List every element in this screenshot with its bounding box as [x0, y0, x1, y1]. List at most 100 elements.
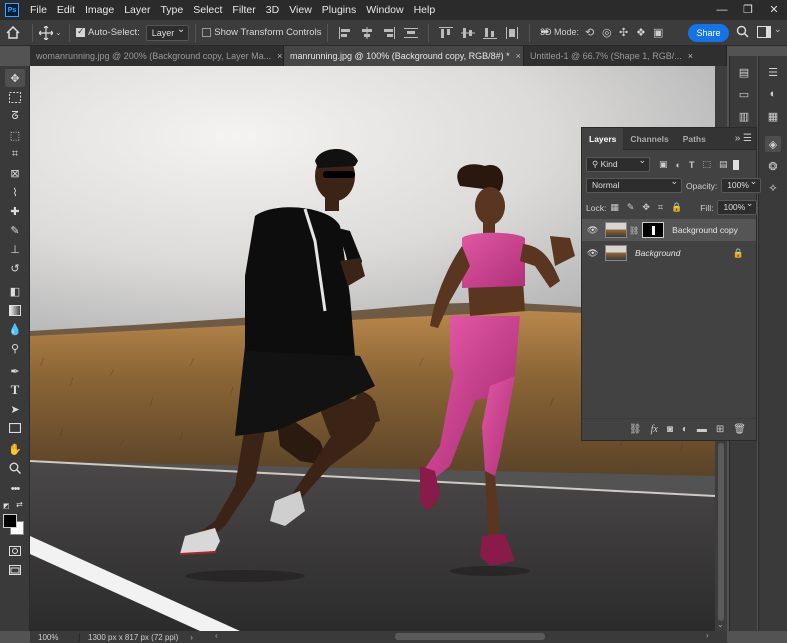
tab-layers[interactable]: Layers — [582, 127, 624, 150]
distribute-horizontal-icon[interactable] — [404, 27, 419, 39]
align-bottom-icon[interactable] — [483, 27, 498, 39]
auto-select-check-icon[interactable] — [76, 26, 85, 37]
scroll-left-arrow-icon[interactable]: ‹ — [215, 631, 218, 640]
history-brush-tool-icon[interactable]: ↺ — [5, 259, 25, 277]
menu-image[interactable]: Image — [80, 0, 119, 20]
new-adjustment-layer-icon[interactable]: ◐ — [682, 424, 688, 435]
swap-colors-icon[interactable]: ⇄ — [16, 500, 23, 509]
lock-position-icon[interactable]: ✥ — [642, 202, 650, 213]
workspace-icon[interactable] — [757, 26, 771, 41]
comments-panel-icon[interactable]: ▭ — [736, 86, 752, 102]
align-middle-vertical-icon[interactable] — [461, 27, 476, 39]
libraries-icon[interactable]: ▦ — [765, 108, 781, 124]
close-window-button[interactable]: ✕ — [761, 0, 787, 20]
channels-panel-icon[interactable]: ❂ — [765, 158, 781, 174]
menu-file[interactable]: File — [25, 0, 52, 20]
properties-panel-icon[interactable]: ☰ — [765, 64, 781, 80]
tab-untitled-1[interactable]: Untitled-1 @ 66.7% (Shape 1, RGB/... × — [524, 46, 727, 66]
brush-tool-icon[interactable]: ✎ — [5, 221, 25, 239]
screen-mode-icon[interactable] — [5, 561, 25, 579]
lock-all-icon[interactable]: 🔒 — [671, 202, 682, 213]
delete-layer-icon[interactable]: 🗑 — [733, 424, 746, 435]
rectangle-tool-icon[interactable] — [5, 419, 25, 437]
panel-menu-icon[interactable]: » ☰ — [735, 133, 752, 144]
layers-panel-icon[interactable]: ◈ — [765, 136, 781, 152]
layer-lock-icon[interactable]: 🔒 — [733, 248, 744, 259]
close-tab-icon[interactable]: × — [277, 51, 282, 61]
move-tool-icon[interactable]: ✥ — [5, 69, 25, 87]
align-left-icon[interactable] — [338, 26, 352, 39]
menu-help[interactable]: Help — [409, 0, 441, 20]
filter-adjustment-icon[interactable]: ◐ — [676, 160, 681, 170]
horizontal-scrollbar-thumb[interactable] — [395, 633, 545, 640]
menu-filter[interactable]: Filter — [227, 0, 260, 20]
link-icon[interactable]: ⛓ — [629, 226, 639, 235]
libraries-panel-icon[interactable]: ▥ — [736, 108, 752, 124]
visibility-eye-icon[interactable]: 👁 — [587, 248, 601, 259]
filter-toggle-icon[interactable] — [733, 159, 740, 170]
add-mask-icon[interactable]: ◙ — [667, 424, 673, 435]
close-tab-icon[interactable]: × — [516, 51, 521, 61]
restore-button[interactable]: ❐ — [735, 0, 761, 20]
dodge-tool-icon[interactable]: ⚲ — [5, 339, 25, 357]
path-selection-tool-icon[interactable]: ➤ — [5, 400, 25, 418]
foreground-color-swatch[interactable] — [3, 514, 17, 528]
menu-layer[interactable]: Layer — [119, 0, 155, 20]
tab-channels[interactable]: Channels — [623, 128, 675, 150]
filter-pixel-icon[interactable]: ▣ — [659, 159, 668, 170]
layer-mask-thumbnail[interactable] — [642, 222, 665, 238]
opacity-input[interactable]: 100% — [721, 175, 762, 193]
adjustments-panel-icon[interactable]: ◐ — [765, 86, 781, 102]
zoom-level[interactable]: 100% — [30, 632, 80, 642]
clone-stamp-tool-icon[interactable]: ⊥ — [5, 240, 25, 258]
link-layers-icon[interactable]: ⛓ — [629, 424, 642, 435]
show-transform-check-icon[interactable] — [202, 28, 212, 37]
layer-filter-kind-dropdown[interactable]: ⚲ Kind — [586, 154, 650, 172]
menu-window[interactable]: Window — [361, 0, 408, 20]
healing-brush-tool-icon[interactable]: ✚ — [5, 202, 25, 220]
fill-input[interactable]: 100% — [717, 197, 758, 215]
tab-womanrunning[interactable]: womanrunning.jpg @ 200% (Background copy… — [30, 46, 284, 66]
edit-toolbar-icon[interactable]: ••• — [5, 480, 25, 498]
search-icon[interactable] — [736, 25, 749, 41]
eyedropper-tool-icon[interactable]: ⌇ — [5, 183, 25, 201]
pen-tool-icon[interactable]: ✒ — [5, 362, 25, 380]
type-tool-icon[interactable]: T — [5, 381, 25, 399]
lock-artboard-icon[interactable]: ⌗ — [658, 202, 663, 213]
3d-roll-icon[interactable]: ◎ — [602, 26, 619, 39]
lasso-tool-icon[interactable]: ᘔ — [5, 107, 25, 125]
share-button[interactable]: Share — [688, 24, 729, 42]
menu-edit[interactable]: Edit — [52, 0, 80, 20]
align-right-icon[interactable] — [382, 26, 396, 39]
frame-tool-icon[interactable]: ⊠ — [5, 164, 25, 182]
object-selection-tool-icon[interactable]: ⬚ — [5, 126, 25, 144]
filter-smart-object-icon[interactable]: ▤ — [719, 159, 728, 170]
visibility-eye-icon[interactable]: 👁 — [587, 225, 601, 236]
status-expand-icon[interactable]: › — [190, 633, 193, 642]
tab-paths[interactable]: Paths — [676, 128, 713, 150]
filter-type-icon[interactable]: T — [689, 160, 695, 170]
gradient-tool-icon[interactable] — [5, 301, 25, 319]
distribute-vertical-icon[interactable] — [505, 26, 519, 39]
new-layer-icon[interactable]: ⊞ — [716, 424, 724, 435]
blur-tool-icon[interactable]: 💧 — [5, 320, 25, 338]
move-tool-preset-icon[interactable]: ⌄ — [39, 25, 63, 40]
auto-select-checkbox[interactable]: Auto-Select: — [76, 26, 140, 38]
layer-row-background-copy[interactable]: 👁 ⛓ Background copy — [582, 219, 756, 241]
vertical-scrollbar-thumb[interactable] — [718, 443, 724, 621]
minimize-button[interactable]: — — [709, 0, 735, 20]
menu-select[interactable]: Select — [188, 0, 227, 20]
layer-style-fx-icon[interactable]: fx — [651, 424, 658, 435]
workspace-dropdown-icon[interactable]: ⌄ — [774, 24, 782, 35]
crop-tool-icon[interactable]: ⌗ — [5, 145, 25, 163]
menu-3d[interactable]: 3D — [261, 0, 284, 20]
align-center-horizontal-icon[interactable] — [360, 26, 374, 39]
lock-transparent-pixels-icon[interactable]: ▦ — [610, 202, 619, 213]
3d-orbit-icon[interactable]: ⟲ — [585, 26, 602, 39]
show-transform-controls-checkbox[interactable]: Show Transform Controls — [202, 27, 321, 38]
tab-manrunning[interactable]: manrunning.jpg @ 100% (Background copy, … — [284, 46, 524, 66]
history-panel-icon[interactable]: ▤ — [736, 64, 752, 80]
layer-row-background[interactable]: 👁 Background 🔒 — [582, 242, 756, 264]
marquee-tool-icon[interactable] — [5, 88, 25, 106]
align-top-icon[interactable] — [439, 26, 454, 39]
